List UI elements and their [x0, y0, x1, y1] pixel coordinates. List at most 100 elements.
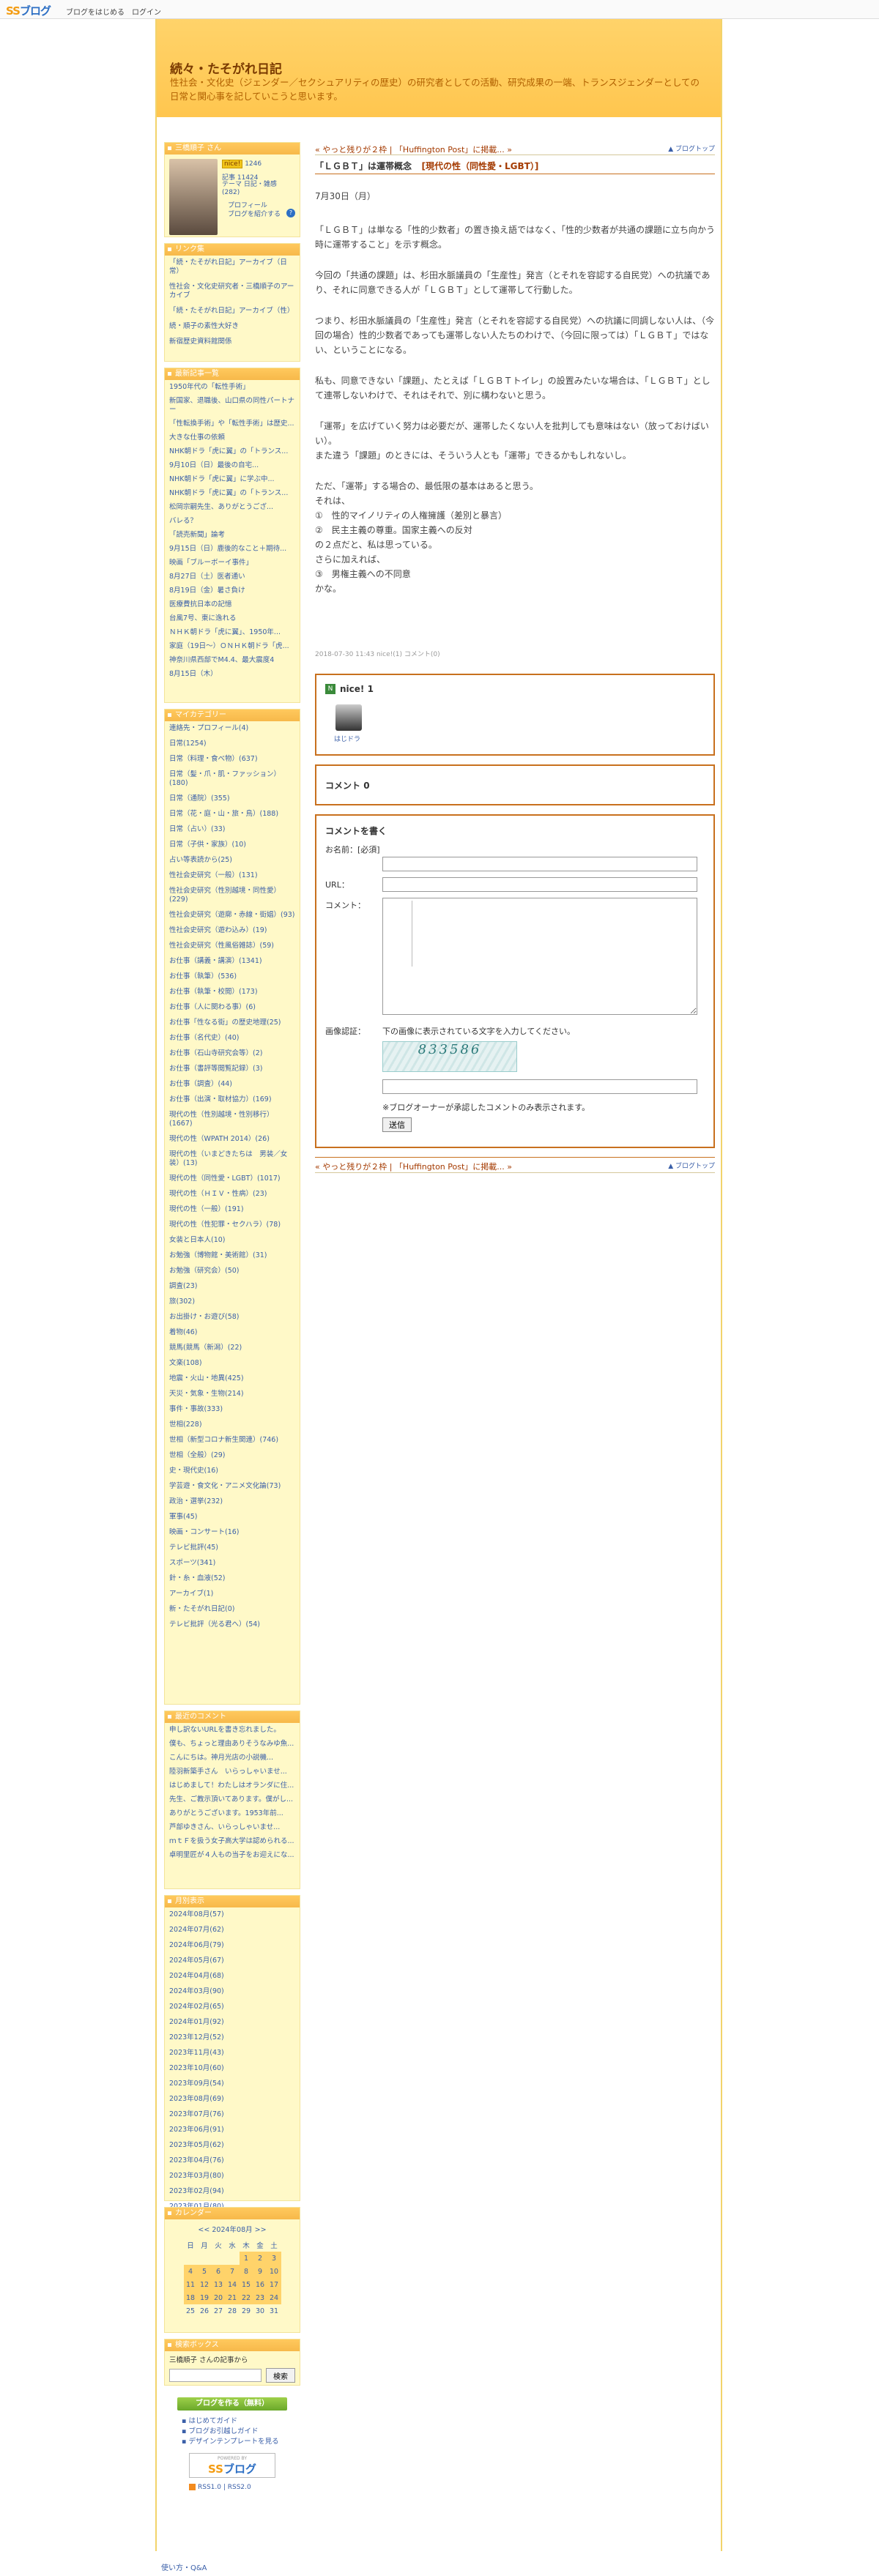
cats-item[interactable]: お仕事（講義・講演）(1341) — [169, 957, 295, 966]
cats-item[interactable]: 文楽(108) — [169, 1359, 295, 1368]
calendar-day[interactable]: 16 — [253, 2278, 267, 2291]
recent-item[interactable]: 大きな仕事の依頼 — [169, 433, 295, 442]
cats-item[interactable]: 現代の性（一般）(191) — [169, 1205, 295, 1214]
cats-item[interactable]: テレビ批評（光る君へ）(54) — [169, 1620, 295, 1629]
recent-item[interactable]: 「性転換手術」や「転性手術」は歴史... — [169, 420, 295, 428]
cats-item[interactable]: 政治・選挙(232) — [169, 1497, 295, 1506]
recent-item[interactable]: 9月15日（日）鹿後的なこと＋期待... — [169, 545, 295, 554]
recent-item[interactable]: 松岡宗嗣先生、ありがとうござ... — [169, 503, 295, 512]
archive-item[interactable]: 2024年03月(90) — [169, 1987, 295, 1996]
blog-title[interactable]: 続々・たそがれ日記 — [170, 59, 282, 77]
cats-item[interactable]: お出掛け・お遊び(58) — [169, 1313, 295, 1322]
name-input[interactable] — [382, 857, 697, 871]
cats-item[interactable]: 日常（料理・食べ物）(637) — [169, 755, 295, 764]
cats-item[interactable]: お仕事（人に関わる事）(6) — [169, 1003, 295, 1012]
cats-item[interactable]: 性社会史研究（一般）(131) — [169, 871, 295, 880]
recent-item[interactable]: 映画「ブルーボーイ事件」 — [169, 559, 295, 567]
recent-item[interactable]: NHK朝ドラ「虎に翼」に学ぶ中... — [169, 475, 295, 484]
cats-item[interactable]: 旅(302) — [169, 1298, 295, 1306]
archive-item[interactable]: 2024年07月(62) — [169, 1926, 295, 1935]
intro-link[interactable]: ブログを紹介する — [228, 209, 281, 218]
cats-item[interactable]: お仕事（書評等閲覧記録）(3) — [169, 1065, 295, 1073]
calendar-day[interactable]: 24 — [267, 2291, 281, 2304]
calendar-day[interactable]: 4 — [183, 2265, 198, 2278]
comment-textarea[interactable] — [382, 898, 697, 1015]
cats-item[interactable]: お仕事（名代史）(40) — [169, 1034, 295, 1043]
cats-item[interactable]: お仕事（石山寺研究会等）(2) — [169, 1049, 295, 1058]
rss-link[interactable]: RSS1.0 | RSS2.0 — [198, 2484, 251, 2491]
cats-item[interactable]: 学芸遊・食文化・アニメ文化論(73) — [169, 1482, 295, 1491]
links-item[interactable]: 性社会・文化史研究者・三橋順子のアーカイブ — [169, 283, 295, 300]
calendar-day[interactable]: 2 — [253, 2252, 267, 2265]
comments-item[interactable]: 陸羽新築手さん いらっしゃいませ... — [169, 1768, 295, 1776]
calendar-day[interactable]: 8 — [239, 2265, 253, 2278]
archive-item[interactable]: 2024年01月(92) — [169, 2018, 295, 2027]
calendar-day[interactable]: 1 — [239, 2252, 253, 2265]
calendar-nav[interactable]: << 2024年08月 >> — [165, 2224, 300, 2234]
cats-item[interactable]: 着物(46) — [169, 1328, 295, 1337]
nice-user-name[interactable]: はじドラ — [334, 734, 360, 743]
blog-top-link-bottom[interactable]: ▲ ブログトップ — [668, 1161, 715, 1170]
blog-top-link[interactable]: ▲ ブログトップ — [668, 144, 715, 153]
cats-item[interactable]: 日常（髪・爪・肌・ファッション）(180) — [169, 770, 295, 788]
archive-item[interactable]: 2024年02月(65) — [169, 2003, 295, 2011]
archive-item[interactable]: 2023年03月(80) — [169, 2172, 295, 2181]
cats-item[interactable]: 現代の性（性別越境・性別移行）(1667) — [169, 1111, 295, 1128]
comments-item[interactable]: ｍｔＦを扱う女子高大学は認められる... — [169, 1837, 295, 1846]
cats-item[interactable]: お仕事「性なる街」の歴史地理(25) — [169, 1019, 295, 1027]
cats-item[interactable]: 現代の性（同性愛・LGBT）(1017) — [169, 1175, 295, 1183]
cats-item[interactable]: 針・糸・血液(52) — [169, 1574, 295, 1583]
archive-item[interactable]: 2024年08月(57) — [169, 1910, 295, 1919]
prev-next-link[interactable]: « やっと残りが２枠 | 「Huffington Post」に掲載... » — [315, 144, 512, 155]
cats-item[interactable]: 日常(1254) — [169, 740, 295, 748]
calendar-day[interactable]: 22 — [239, 2291, 253, 2304]
recent-item[interactable]: 8月15日（木） — [169, 670, 295, 679]
cats-item[interactable]: お仕事（執筆）(536) — [169, 972, 295, 981]
recent-item[interactable]: NHK朝ドラ「虎に翼」の「トランス... — [169, 489, 295, 498]
cats-item[interactable]: 軍事(45) — [169, 1513, 295, 1522]
recent-item[interactable]: 8月19日（金）暑さ負け — [169, 587, 295, 595]
help-icon[interactable]: ? — [286, 209, 295, 217]
calendar-day[interactable]: 20 — [211, 2291, 226, 2304]
calendar-day[interactable]: 9 — [253, 2265, 267, 2278]
cats-item[interactable]: 世相（新型コロナ新生関連）(746) — [169, 1436, 295, 1445]
cats-item[interactable]: 映画・コンサート(16) — [169, 1528, 295, 1537]
cats-item[interactable]: お仕事（執筆・校閲）(173) — [169, 988, 295, 997]
cats-item[interactable]: テレビ批評(45) — [169, 1544, 295, 1552]
recent-item[interactable]: NHK朝ドラ「虎に翼」の「トランス... — [169, 447, 295, 456]
comments-item[interactable]: こんにちは。神月光店の小説機... — [169, 1754, 295, 1762]
calendar-day[interactable]: 6 — [211, 2265, 226, 2278]
cats-item[interactable]: 世相(228) — [169, 1421, 295, 1429]
guide-link[interactable]: ▪ はじめてガイド — [182, 2416, 279, 2427]
cats-item[interactable]: 世相（全般）(29) — [169, 1451, 295, 1460]
cats-item[interactable]: 史・現代史(16) — [169, 1467, 295, 1475]
archive-item[interactable]: 2024年04月(68) — [169, 1972, 295, 1981]
archive-item[interactable]: 2023年10月(60) — [169, 2064, 295, 2073]
url-input[interactable] — [382, 877, 697, 892]
cats-item[interactable]: 現代の性（WPATH 2014）(26) — [169, 1135, 295, 1144]
recent-item[interactable]: 9月10日（日）最後の自宅... — [169, 461, 295, 470]
calendar-day[interactable]: 3 — [267, 2252, 281, 2265]
comments-item[interactable]: 僕も、ちょっと理由ありそうなみゆ魚... — [169, 1740, 295, 1749]
cats-item[interactable]: 性社会史研究（性別越境・同性愛）(229) — [169, 887, 295, 904]
search-button[interactable]: 検索 — [266, 2368, 295, 2383]
comments-item[interactable]: 申し訳ないURLを書き忘れました。 — [169, 1726, 295, 1735]
calendar-day[interactable]: 11 — [183, 2278, 198, 2291]
calendar-day[interactable]: 15 — [239, 2278, 253, 2291]
search-input[interactable] — [169, 2369, 262, 2382]
comments-item[interactable]: 先生、ご教示頂いてあります。僕がし... — [169, 1795, 295, 1804]
comments-item[interactable]: はじめまして！わたしはオランダに住... — [169, 1782, 295, 1790]
footer-link[interactable]: 使い方・Q&A — [161, 2561, 207, 2572]
recent-item[interactable]: ＮＨＫ朝ドラ「虎に翼」、1950年... — [169, 628, 295, 637]
archive-item[interactable]: 2023年11月(43) — [169, 2049, 295, 2058]
cats-item[interactable]: 天災・気象・生物(214) — [169, 1390, 295, 1399]
calendar-day[interactable]: 21 — [225, 2291, 240, 2304]
cats-item[interactable]: 現代の性（性犯罪・セクハラ）(78) — [169, 1221, 295, 1229]
start-blog-link[interactable]: ブログをはじめる — [66, 6, 125, 17]
links-item[interactable]: 新宿歴史資料館関係 — [169, 338, 295, 346]
archive-item[interactable]: 2024年05月(67) — [169, 1957, 295, 1965]
archive-item[interactable]: 2023年05月(62) — [169, 2141, 295, 2150]
calendar-day[interactable]: 5 — [197, 2265, 212, 2278]
recent-item[interactable]: バレる？ — [169, 517, 295, 526]
cats-item[interactable]: 競馬(競馬（新潟）(22) — [169, 1344, 295, 1352]
